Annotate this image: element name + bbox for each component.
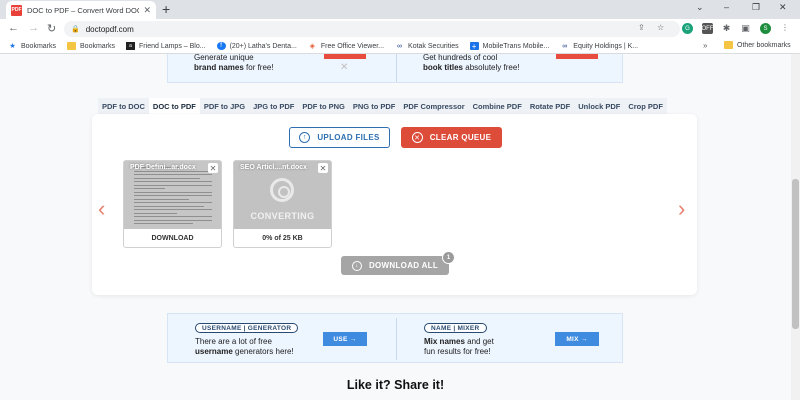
ad-book-button[interactable] xyxy=(556,54,598,59)
top-ad-banner[interactable]: Generate unique brand names for free! ✕ … xyxy=(167,54,623,83)
tab-rotate-pdf[interactable]: Rotate PDF xyxy=(525,98,575,114)
extension-icon[interactable]: OFF xyxy=(702,23,714,34)
mix-button[interactable]: MIX → xyxy=(555,332,599,346)
address-bar[interactable]: 🔒 doctopdf.com xyxy=(64,21,680,37)
new-tab-button[interactable]: + xyxy=(162,1,170,17)
kotak-icon: ∞ xyxy=(397,42,403,50)
ad-book-titles: Get hundreds of cool book titles absolut… xyxy=(423,54,520,72)
converter-card: ↑ UPLOAD FILES ✕ CLEAR QUEUE ‹ › PDF Def… xyxy=(92,114,697,295)
lamp-icon: a xyxy=(126,42,136,50)
use-button[interactable]: USE → xyxy=(323,332,367,346)
bookmark-item[interactable]: a Friend Lamps – Blo... xyxy=(126,42,206,50)
name-mixer-logo: NAME | MIXER xyxy=(424,323,487,333)
tab-pdf-compressor[interactable]: PDF Compressor xyxy=(399,98,469,114)
divider xyxy=(396,318,397,360)
grammarly-extension-icon[interactable]: G xyxy=(682,23,693,34)
bookmark-item[interactable]: ∞ Equity Holdings | K... xyxy=(560,42,638,50)
username-generator-logo: USERNAME | GENERATOR xyxy=(195,323,299,333)
bookmark-item[interactable]: ◈ Free Office Viewer... xyxy=(308,42,384,51)
file-name: SEO Articl....nt.docx xyxy=(240,164,308,171)
file-card-converted: PDF Defini...ar.docx ✕ DOWNLOAD xyxy=(123,160,222,248)
puzzle-extensions-icon[interactable]: ✱ xyxy=(721,23,732,34)
tab-png-to-pdf[interactable]: PNG to PDF xyxy=(348,98,400,114)
download-arrow-icon: ↓ xyxy=(351,260,362,271)
bookmark-item[interactable]: ★ Bookmarks xyxy=(8,42,56,51)
folder-icon xyxy=(724,41,733,49)
bookmark-item[interactable]: Bookmarks xyxy=(67,42,115,50)
tab-close-icon[interactable]: ✕ xyxy=(143,5,151,16)
share-icon[interactable]: ⇪ xyxy=(638,23,645,32)
tab-pdf-to-doc[interactable]: PDF to DOC xyxy=(98,98,149,114)
pdf-favicon-icon: PDF xyxy=(11,4,22,16)
url-text: doctopdf.com xyxy=(85,24,134,34)
reload-icon[interactable]: ↻ xyxy=(47,22,56,35)
more-bookmarks-button[interactable]: » xyxy=(703,41,707,50)
download-file-button[interactable]: DOWNLOAD xyxy=(124,229,221,247)
bookmarks-bar: ★ Bookmarks Bookmarks a Friend Lamps – B… xyxy=(0,39,800,54)
tab-pdf-to-png[interactable]: PDF to PNG xyxy=(298,98,349,114)
folder-icon xyxy=(67,42,77,50)
browser-tab[interactable]: PDF DOC to PDF – Convert Word DOC ✕ xyxy=(6,1,156,19)
page-content: Generate unique brand names for free! ✕ … xyxy=(0,54,791,400)
back-icon[interactable]: ← xyxy=(8,22,19,34)
tab-crop-pdf[interactable]: Crop PDF xyxy=(624,98,667,114)
clear-x-icon: ✕ xyxy=(411,132,423,143)
minimize-button[interactable]: – xyxy=(724,2,729,12)
tab-jpg-to-pdf[interactable]: JPG to PDF xyxy=(249,98,299,114)
tab-unlock-pdf[interactable]: Unlock PDF xyxy=(574,98,625,114)
divider xyxy=(396,54,397,82)
tab-title: DOC to PDF – Convert Word DOC xyxy=(27,5,139,15)
file-card-converting: CONVERTING SEO Articl....nt.docx ✕ 0% of… xyxy=(233,160,332,248)
document-thumbnail xyxy=(124,161,221,229)
tab-doc-to-pdf[interactable]: DOC to PDF xyxy=(148,98,200,114)
lock-icon: 🔒 xyxy=(71,26,80,33)
maximize-button[interactable]: ❐ xyxy=(752,2,760,13)
navigation-bar: ← → ↻ 🔒 doctopdf.com ⇪ ☆ G OFF ✱ ▣ S ⋮ xyxy=(0,19,800,39)
tab-pdf-to-jpg[interactable]: PDF to JPG xyxy=(199,98,250,114)
prev-arrow-icon[interactable]: ‹ xyxy=(98,196,105,222)
ad-name-mixer-text: Mix names and get fun results for free! xyxy=(424,337,494,356)
gear-icon xyxy=(270,178,294,202)
share-heading: Like it? Share it! xyxy=(346,378,445,392)
tab-combine-pdf[interactable]: Combine PDF xyxy=(468,98,526,114)
office-icon: ◈ xyxy=(309,43,316,50)
converting-status: CONVERTING xyxy=(250,211,315,221)
plus-icon: + xyxy=(469,42,479,51)
bookmark-item[interactable]: ∞ Kotak Securities xyxy=(395,42,459,50)
kotak-icon: ∞ xyxy=(562,42,568,50)
close-window-button[interactable]: ✕ xyxy=(779,2,787,13)
upload-files-button[interactable]: ↑ UPLOAD FILES xyxy=(289,127,390,148)
bookmark-item[interactable]: + MobileTrans Mobile... xyxy=(469,42,549,51)
next-arrow-icon[interactable]: › xyxy=(678,196,685,222)
upload-arrow-icon: ↑ xyxy=(299,132,311,143)
browser-window: PDF DOC to PDF – Convert Word DOC ✕ + ⌄ … xyxy=(0,0,800,400)
clear-queue-button[interactable]: ✕ CLEAR QUEUE xyxy=(401,127,502,148)
tab-strip: PDF DOC to PDF – Convert Word DOC ✕ + ⌄ … xyxy=(0,0,800,19)
bookmark-star-icon[interactable]: ☆ xyxy=(657,23,664,32)
ad-username-text: There are a lot of free username generat… xyxy=(195,337,294,356)
facebook-icon: f xyxy=(216,42,226,50)
remove-file-icon[interactable]: ✕ xyxy=(318,163,328,173)
forward-icon[interactable]: → xyxy=(28,22,39,34)
download-all-button[interactable]: ↓ DOWNLOAD ALL xyxy=(341,256,449,275)
remove-file-icon[interactable]: ✕ xyxy=(208,163,218,173)
profile-avatar[interactable]: S xyxy=(760,23,771,34)
other-bookmarks[interactable]: Other bookmarks xyxy=(724,41,791,49)
converter-tabs: PDF to DOC DOC to PDF PDF to JPG JPG to … xyxy=(98,98,667,114)
tab-search-icon[interactable]: ⌄ xyxy=(696,2,704,13)
bookmark-item[interactable]: f (20+) Latha's Denta... xyxy=(216,42,297,50)
bottom-ad-banner[interactable]: USERNAME | GENERATOR There are a lot of fr… xyxy=(167,313,623,363)
menu-kebab-icon[interactable]: ⋮ xyxy=(781,23,789,32)
side-panel-icon[interactable]: ▣ xyxy=(740,23,751,34)
upload-progress: 0% of 25 KB xyxy=(234,229,331,247)
ad-close-icon[interactable]: ✕ xyxy=(340,62,348,73)
page-scrollbar[interactable] xyxy=(791,54,800,400)
file-name: PDF Defini...ar.docx xyxy=(130,164,196,171)
star-icon: ★ xyxy=(9,43,16,50)
scroll-thumb[interactable] xyxy=(792,179,799,329)
ad-brand-button[interactable] xyxy=(324,54,366,59)
ad-brand-names: Generate unique brand names for free! xyxy=(194,54,274,72)
download-count-badge: 1 xyxy=(442,251,455,264)
